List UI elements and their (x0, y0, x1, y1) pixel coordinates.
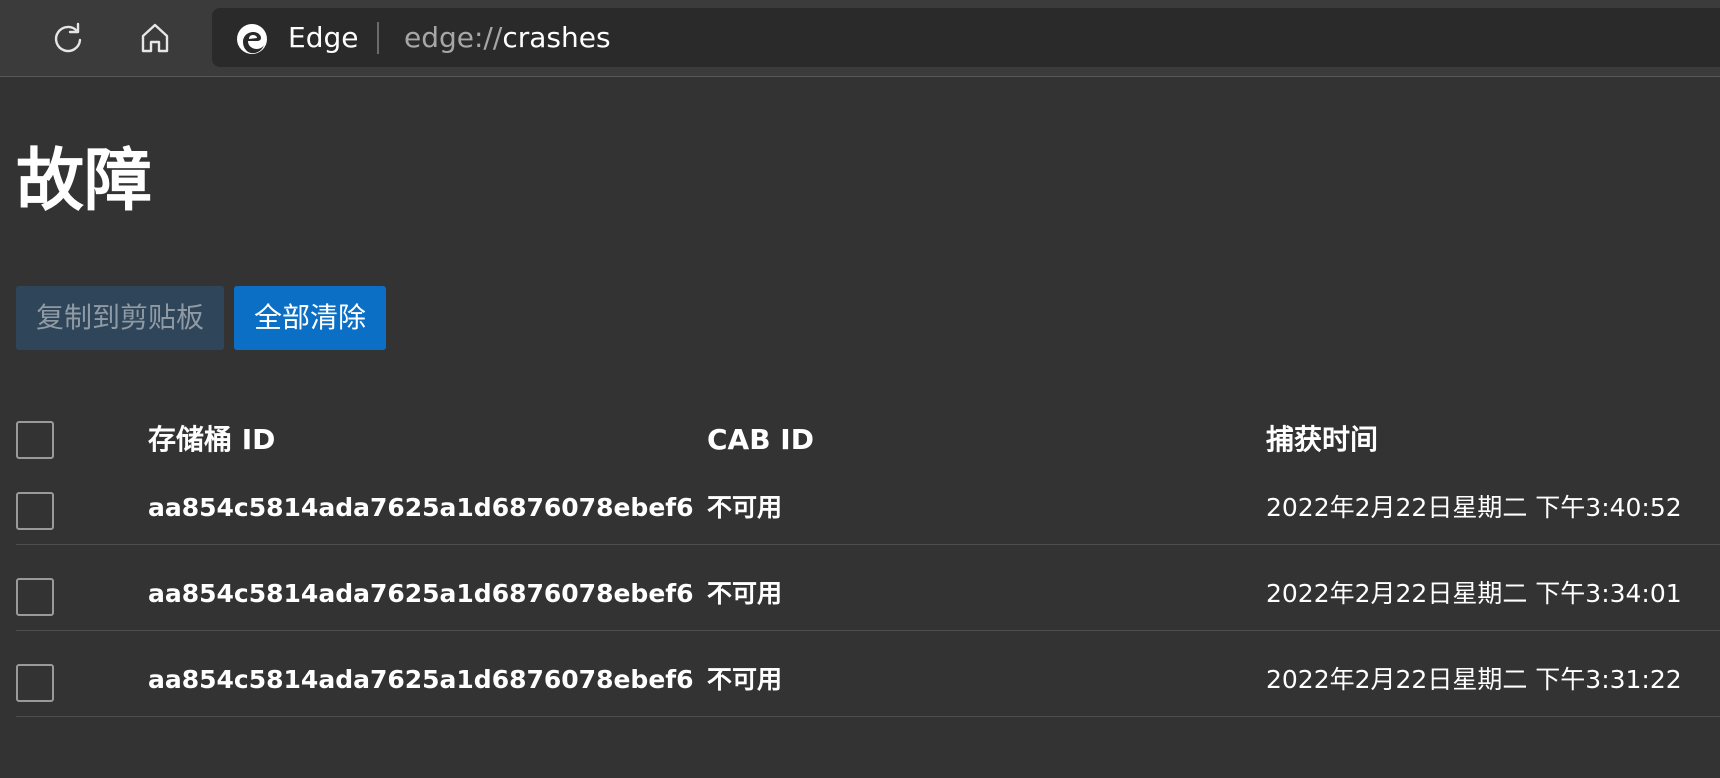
table-row: aa854c5814ada7625a1d6876078ebef6 不可用 202… (16, 545, 1720, 631)
cab-id-cell: 不可用 (707, 493, 783, 522)
select-all-checkbox[interactable] (16, 421, 54, 459)
bucket-id-cell: aa854c5814ada7625a1d6876078ebef6 (148, 579, 694, 608)
row-checkbox[interactable] (16, 492, 54, 530)
cab-id-cell: 不可用 (707, 665, 783, 694)
url-scheme: edge:// (404, 21, 503, 54)
capture-time-cell: 2022年2月22日星期二 下午3:31:22 (1266, 665, 1682, 694)
header-bucket-id: 存储桶 ID (148, 423, 276, 456)
clear-all-button[interactable]: 全部清除 (234, 286, 386, 350)
capture-time-cell: 2022年2月22日星期二 下午3:40:52 (1266, 493, 1682, 522)
url-path: crashes (502, 21, 611, 54)
edge-logo-icon (237, 24, 267, 54)
address-divider (377, 22, 379, 54)
table-row: aa854c5814ada7625a1d6876078ebef6 不可用 202… (16, 459, 1720, 545)
row-checkbox[interactable] (16, 578, 54, 616)
header-capture-time: 捕获时间 (1266, 423, 1379, 456)
browser-toolbar: Edge edge://crashes (0, 0, 1720, 77)
site-name: Edge (288, 21, 359, 54)
cab-id-cell: 不可用 (707, 579, 783, 608)
copy-to-clipboard-button[interactable]: 复制到剪贴板 (16, 286, 224, 350)
home-button[interactable] (135, 18, 175, 58)
header-cab-id: CAB ID (707, 423, 814, 456)
address-bar[interactable]: Edge edge://crashes (212, 8, 1720, 67)
url-text[interactable]: edge://crashes (404, 22, 611, 54)
page-title: 故障 (16, 142, 153, 221)
bucket-id-cell: aa854c5814ada7625a1d6876078ebef6 (148, 493, 694, 522)
capture-time-cell: 2022年2月22日星期二 下午3:34:01 (1266, 579, 1682, 608)
table-row: aa854c5814ada7625a1d6876078ebef6 不可用 202… (16, 631, 1720, 717)
refresh-icon (54, 22, 82, 53)
refresh-button[interactable] (48, 18, 88, 58)
row-checkbox[interactable] (16, 664, 54, 702)
bucket-id-cell: aa854c5814ada7625a1d6876078ebef6 (148, 665, 694, 694)
home-icon (141, 23, 169, 53)
